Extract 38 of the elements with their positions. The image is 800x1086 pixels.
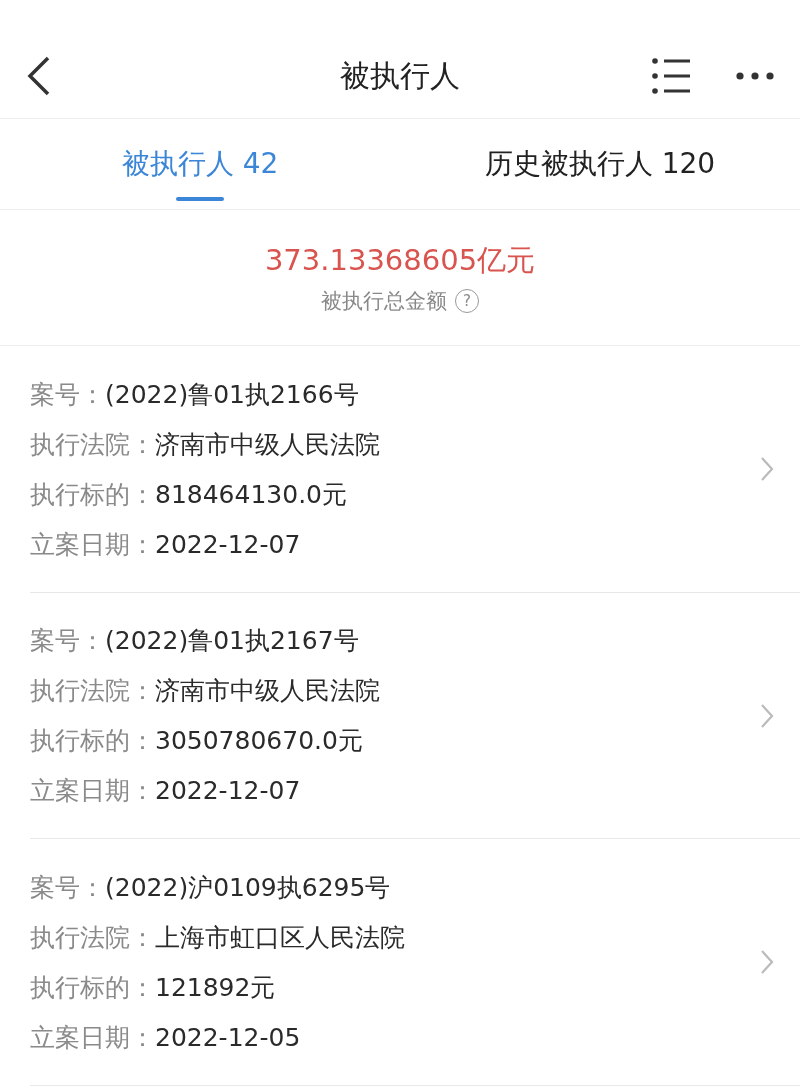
field-value: 2022-12-07 [155, 775, 301, 808]
chevron-icon [760, 456, 774, 483]
field-label: 立案日期： [30, 775, 155, 808]
field-label: 立案日期： [30, 1021, 155, 1054]
field-label: 案号： [30, 625, 105, 658]
field-value: (2022)鲁01执2166号 [105, 378, 359, 411]
field-label: 执行法院： [30, 921, 155, 954]
field-value: 121892元 [155, 971, 276, 1004]
chevron-icon [760, 949, 774, 976]
field-value: (2022)沪0109执6295号 [105, 871, 391, 904]
page-title: 被执行人 [340, 56, 460, 95]
field-value: (2022)鲁01执2167号 [105, 625, 359, 658]
chevron-icon [760, 702, 774, 729]
field-label: 执行标的： [30, 478, 155, 511]
back-button[interactable] [26, 55, 52, 98]
field-label: 案号： [30, 871, 105, 904]
field-label: 案号： [30, 378, 105, 411]
case-item[interactable]: 案号：(2022)鲁01执2166号 执行法院：济南市中级人民法院 执行标的：818464130.0元 立案日期：2022-12-07 [30, 346, 800, 593]
tab[interactable]: 被执行人 42 [0, 118, 400, 209]
total-amount: 373.13368605亿元 [264, 241, 536, 279]
field-value: 济南市中级人民法院 [155, 675, 380, 708]
field-value: 818464130.0元 [155, 478, 347, 511]
field-label: 执行法院： [30, 428, 155, 461]
field-value: 3050780670.0元 [155, 725, 363, 758]
field-value: 上海市虹口区人民法院 [155, 921, 405, 954]
field-label: 执行法院： [30, 675, 155, 708]
field-label: 执行标的： [30, 971, 155, 1004]
list-icon[interactable] [652, 58, 692, 95]
tab[interactable]: 历史被执行人 120 [400, 118, 800, 209]
total-caption: 被执行总金额 [321, 287, 447, 315]
field-value: 2022-12-07 [155, 528, 301, 561]
more-icon[interactable] [736, 72, 774, 81]
field-label: 执行标的： [30, 725, 155, 758]
field-value: 济南市中级人民法院 [155, 428, 380, 461]
field-value: 2022-12-05 [155, 1021, 301, 1054]
case-item[interactable]: 案号：(2022)沪0109执6295号 执行法院：上海市虹口区人民法院 执行标的：121892元 立案日期：2022-12-05 [30, 839, 800, 1086]
field-label: 立案日期： [30, 528, 155, 561]
case-item[interactable]: 案号：(2022)鲁01执2167号 执行法院：济南市中级人民法院 执行标的：3050780670.0元 立案日期：2022-12-07 [30, 592, 800, 840]
